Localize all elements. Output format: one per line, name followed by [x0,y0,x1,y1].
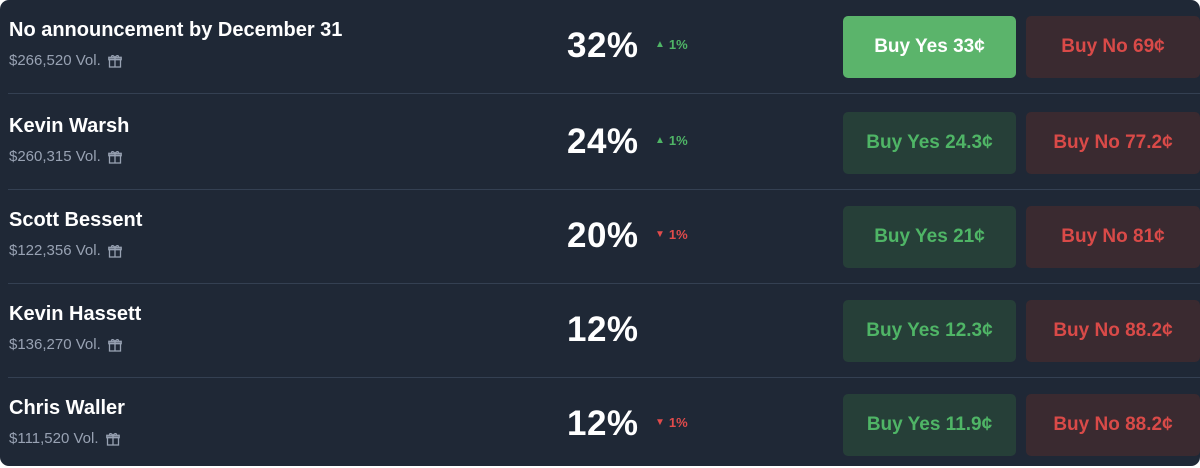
buy-yes-button[interactable]: Buy Yes 21¢ [843,206,1016,268]
market-outcomes-panel: No announcement by December 31 $266,520 … [0,0,1200,466]
change-indicator: ▲ 1% [655,37,688,52]
buy-no-button[interactable]: Buy No 88.2¢ [1026,394,1200,456]
triangle-up-icon: ▲ [655,135,665,146]
outcome-row: Kevin Warsh $260,315 Vol. 24% ▲ 1% Buy Y… [0,96,1200,190]
buy-no-button[interactable]: Buy No 81¢ [1026,206,1200,268]
outcome-name[interactable]: Kevin Hassett [9,303,141,326]
change-value: 1% [668,227,688,242]
gift-icon[interactable] [107,54,122,68]
heart-down-icon: ▼ [655,229,665,240]
change-indicator: ▼ 1% [655,415,688,430]
gift-icon[interactable] [107,338,122,352]
volume-text: $266,520 Vol. [9,52,101,69]
outcome-percent: 20% [567,216,639,255]
change-value: 1% [668,415,688,430]
outcome-name[interactable]: Scott Bessent [9,209,142,232]
change-indicator: ▲ 1% [655,133,688,148]
change-value: 1% [668,133,688,148]
gift-icon[interactable] [105,432,120,446]
heart-down-icon: ▼ [655,417,665,428]
outcome-row: Kevin Hassett $136,270 Vol. 12% Buy Yes … [0,284,1200,378]
buy-no-button[interactable]: Buy No 88.2¢ [1026,300,1200,362]
volume-text: $136,270 Vol. [9,336,101,353]
change-indicator: ▼ 1% [655,227,688,242]
outcome-percent: 12% [567,310,639,349]
outcome-row: No announcement by December 31 $266,520 … [0,0,1200,94]
outcome-volume: $266,520 Vol. [9,52,122,69]
volume-text: $260,315 Vol. [9,148,101,165]
buy-yes-button[interactable]: Buy Yes 33¢ [843,16,1016,78]
buy-no-button[interactable]: Buy No 77.2¢ [1026,112,1200,174]
gift-icon[interactable] [107,244,122,258]
outcome-name[interactable]: Chris Waller [9,397,125,420]
triangle-up-icon: ▲ [655,39,665,50]
outcome-name[interactable]: No announcement by December 31 [9,19,342,42]
outcome-volume: $260,315 Vol. [9,148,122,165]
outcome-row: Scott Bessent $122,356 Vol. 20% ▼ 1% Buy… [0,190,1200,284]
gift-icon[interactable] [107,150,122,164]
outcome-percent: 24% [567,122,639,161]
outcome-percent: 32% [567,26,639,65]
outcome-volume: $136,270 Vol. [9,336,122,353]
outcome-name[interactable]: Kevin Warsh [9,115,129,138]
outcome-volume: $111,520 Vol. [9,430,120,447]
row-divider [8,93,1200,94]
buy-yes-button[interactable]: Buy Yes 24.3¢ [843,112,1016,174]
outcome-percent: 12% [567,404,639,443]
change-value: 1% [668,37,688,52]
buy-no-button[interactable]: Buy No 69¢ [1026,16,1200,78]
buy-yes-button[interactable]: Buy Yes 11.9¢ [843,394,1016,456]
buy-yes-button[interactable]: Buy Yes 12.3¢ [843,300,1016,362]
outcome-row: Chris Waller $111,520 Vol. 12% ▼ 1% Buy … [0,378,1200,466]
volume-text: $122,356 Vol. [9,242,101,259]
volume-text: $111,520 Vol. [9,430,99,447]
outcome-volume: $122,356 Vol. [9,242,122,259]
